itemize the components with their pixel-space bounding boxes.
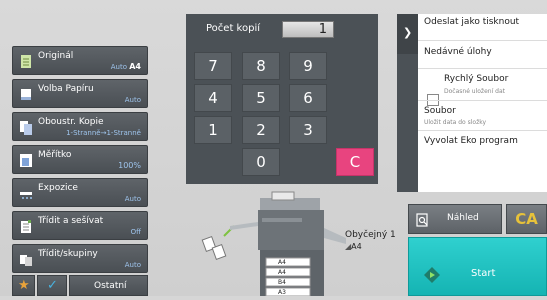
other-functions-button[interactable]: Ostatní bbox=[69, 275, 148, 296]
panel-toggle[interactable]: ❯ bbox=[397, 14, 418, 54]
menu-item-label: Měřítko bbox=[38, 150, 72, 160]
preview-label: Náhled bbox=[447, 213, 479, 223]
menu-item-value-size: A4 bbox=[129, 62, 141, 71]
key-2[interactable]: 2 bbox=[242, 116, 280, 144]
sort-staple-icon bbox=[19, 219, 33, 234]
favorites-button[interactable]: ★ bbox=[12, 275, 35, 296]
tray-4-size[interactable]: A3 bbox=[278, 289, 286, 296]
tray-3-size[interactable]: B4 bbox=[278, 279, 286, 286]
menu-item-label: Oboustr. Kopie bbox=[38, 117, 104, 127]
key-9[interactable]: 9 bbox=[289, 52, 327, 80]
tray-1-size[interactable]: A4 bbox=[278, 259, 286, 266]
menu-item-exposure[interactable]: Expozice Auto bbox=[12, 178, 148, 207]
action-eco-program[interactable]: Vyvolat Eko program bbox=[424, 136, 518, 146]
menu-item-paper-select[interactable]: Volba Papíru Auto bbox=[12, 79, 148, 108]
original-icon bbox=[19, 54, 33, 69]
action-file[interactable]: Soubor bbox=[424, 106, 456, 116]
copier-graphic bbox=[201, 191, 346, 297]
action-file-sub: Uložit data do složky bbox=[424, 119, 487, 126]
menu-item-value: Auto A4 bbox=[110, 62, 141, 71]
clear-key[interactable]: C bbox=[336, 148, 374, 176]
confirm-button[interactable]: ✓ bbox=[37, 275, 67, 296]
menu-item-value: Off bbox=[130, 228, 141, 236]
menu-item-value: Auto bbox=[124, 261, 141, 269]
chevron-right-icon: ❯ bbox=[403, 26, 413, 39]
key-0[interactable]: 0 bbox=[242, 148, 280, 176]
star-icon: ★ bbox=[18, 278, 30, 293]
start-icon bbox=[423, 266, 441, 288]
output-paper-size: ◢A4 bbox=[345, 242, 362, 251]
key-4[interactable]: 4 bbox=[194, 84, 232, 112]
exposure-icon bbox=[19, 186, 33, 201]
menu-item-value: 1-Stranně→1-Stranně bbox=[66, 129, 141, 137]
key-3[interactable]: 3 bbox=[289, 116, 327, 144]
duplex-icon bbox=[19, 120, 33, 135]
key-6[interactable]: 6 bbox=[289, 84, 327, 112]
action-recent-jobs[interactable]: Nedávné úlohy bbox=[424, 47, 492, 57]
other-functions-label: Ostatní bbox=[94, 281, 127, 291]
machine-illustration: A4 A4 B4 A3 Obyčejný 1 ◢A4 bbox=[200, 188, 400, 297]
divider bbox=[418, 100, 547, 101]
action-quick-file[interactable]: Rychlý Soubor bbox=[444, 74, 508, 84]
menu-item-original[interactable]: Originál Auto A4 bbox=[12, 46, 148, 75]
ratio-icon bbox=[19, 153, 33, 168]
menu-item-duplex[interactable]: Oboustr. Kopie 1-Stranně→1-Stranně bbox=[12, 112, 148, 141]
menu-item-label: Expozice bbox=[38, 183, 78, 193]
menu-item-sort-staple[interactable]: Třídit a sešívat Off bbox=[12, 211, 148, 240]
menu-item-value: 100% bbox=[118, 161, 141, 170]
action-send-as-print[interactable]: Odeslat jako tisknout bbox=[424, 17, 519, 27]
copies-count-field[interactable]: 1 bbox=[282, 21, 334, 38]
start-label: Start bbox=[471, 268, 496, 279]
action-panel: ❯ Odeslat jako tisknout Nedávné úlohy Ry… bbox=[397, 14, 547, 192]
divider bbox=[418, 68, 547, 69]
output-paper-type: Obyčejný 1 bbox=[345, 230, 396, 240]
action-quick-file-sub: Dočasné uložení dat bbox=[444, 88, 505, 95]
preview-button[interactable]: Náhled bbox=[408, 204, 502, 234]
divider bbox=[418, 40, 547, 41]
menu-item-value: Auto bbox=[124, 96, 141, 104]
menu-item-label: Originál bbox=[38, 51, 74, 61]
key-5[interactable]: 5 bbox=[242, 84, 280, 112]
copies-keypad: Počet kopií 1 7 8 9 4 5 6 1 2 3 0 C bbox=[186, 14, 378, 184]
check-icon: ✓ bbox=[47, 278, 58, 293]
key-7[interactable]: 7 bbox=[194, 52, 232, 80]
menu-item-ratio[interactable]: Měřítko 100% bbox=[12, 145, 148, 174]
tray-2-size[interactable]: A4 bbox=[278, 269, 286, 276]
menu-item-sort-group[interactable]: Třídit/skupiny Auto bbox=[12, 244, 148, 273]
start-button[interactable]: Start bbox=[408, 237, 547, 296]
menu-item-value: Auto bbox=[124, 195, 141, 203]
sort-group-icon bbox=[19, 252, 33, 267]
key-1[interactable]: 1 bbox=[194, 116, 232, 144]
output-paper-icon bbox=[201, 225, 235, 260]
menu-item-label: Třídit a sešívat bbox=[38, 216, 104, 226]
preview-icon bbox=[416, 212, 429, 231]
divider bbox=[418, 130, 547, 131]
paper-select-icon bbox=[19, 87, 33, 102]
menu-item-label: Třídit/skupiny bbox=[38, 249, 98, 259]
copies-label: Počet kopií bbox=[206, 23, 260, 34]
clear-all-button[interactable]: CA bbox=[506, 204, 547, 234]
key-8[interactable]: 8 bbox=[242, 52, 280, 80]
menu-item-label: Volba Papíru bbox=[38, 84, 94, 94]
copy-screen: Počet kopií 1 7 8 9 4 5 6 1 2 3 0 C Orig… bbox=[0, 0, 547, 297]
